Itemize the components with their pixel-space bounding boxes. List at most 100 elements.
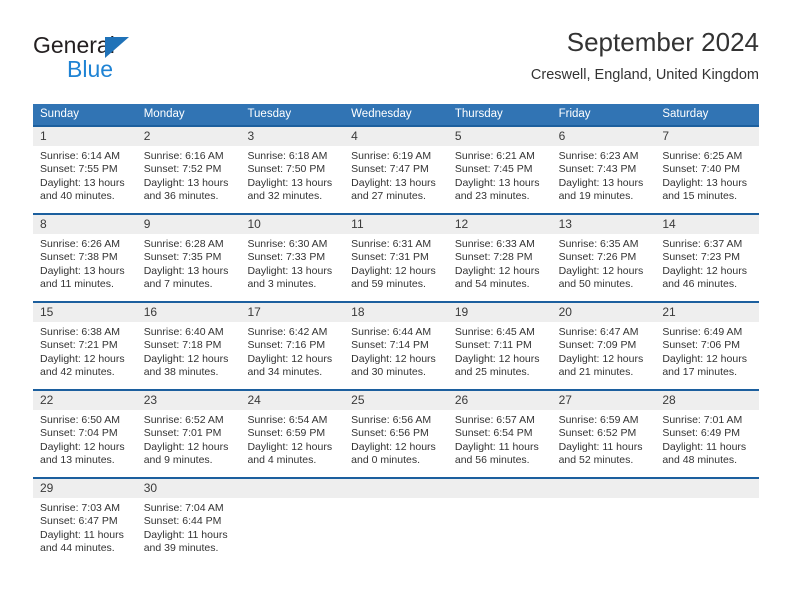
weekday-header-thursday: Thursday — [454, 108, 503, 120]
day-cell[interactable]: 27 Sunrise: 6:59 AM Sunset: 6:52 PM Dayligh… — [551, 391, 656, 477]
day-cell[interactable]: 12 Sunrise: 6:33 AM Sunset: 7:28 PM Dayligh… — [447, 215, 552, 301]
day-details: Sunrise: 6:28 AM Sunset: 7:35 PM Daylight:… — [137, 234, 241, 292]
day-cell[interactable]: 17 Sunrise: 6:42 AM Sunset: 7:16 PM Dayligh… — [240, 303, 345, 389]
day-cell[interactable]: 28 Sunrise: 7:01 AM Sunset: 6:49 PM Dayligh… — [655, 391, 760, 477]
daylight-duration-line2: and 59 minutes. — [351, 278, 426, 291]
sunrise-time: Sunrise: 6:57 AM — [454, 414, 535, 426]
weekday-header-row: Sunday Monday Tuesday Wednesday Thursday… — [33, 104, 759, 125]
daylight-duration-line2: and 19 minutes. — [558, 190, 634, 203]
day-details: Sunrise: 6:14 AM Sunset: 7:55 PM Daylight:… — [33, 146, 137, 204]
day-cell[interactable]: 8 Sunrise: 6:26 AM Sunset: 7:38 PM Daylight… — [33, 215, 137, 301]
day-cell[interactable]: 14 Sunrise: 6:37 AM Sunset: 7:23 PM Dayligh… — [655, 215, 760, 301]
daylight-duration-line1: Daylight: 11 hours — [558, 440, 643, 453]
day-details: Sunrise: 6:44 AM Sunset: 7:14 PM Daylight:… — [344, 322, 448, 380]
daylight-duration-line2: and 56 minutes. — [454, 454, 530, 467]
day-cell[interactable]: 29 Sunrise: 7:03 AM Sunset: 6:47 PM Dayligh… — [33, 479, 137, 563]
daylight-duration-line2: and 9 minutes. — [143, 454, 213, 467]
day-cell[interactable]: 13 Sunrise: 6:35 AM Sunset: 7:26 PM Dayligh… — [551, 215, 656, 301]
day-cell-empty — [551, 479, 656, 563]
sunset-time: Sunset: 7:47 PM — [351, 163, 429, 176]
daylight-duration-line1: Daylight: 13 hours — [351, 176, 436, 189]
sunrise-time: Sunrise: 6:54 AM — [247, 414, 328, 426]
day-details: Sunrise: 7:01 AM Sunset: 6:49 PM Daylight:… — [655, 410, 759, 468]
day-number: 15 — [33, 303, 137, 322]
day-cell[interactable]: 15 Sunrise: 6:38 AM Sunset: 7:21 PM Dayligh… — [33, 303, 137, 389]
day-cell[interactable]: 1 Sunrise: 6:14 AM Sunset: 7:55 PM Daylight… — [33, 127, 137, 213]
daylight-duration-line2: and 3 minutes. — [247, 278, 317, 291]
sunrise-time: Sunrise: 6:26 AM — [40, 238, 120, 250]
day-number: 11 — [344, 215, 448, 234]
daylight-duration-line2: and 52 minutes. — [558, 454, 634, 467]
day-cell[interactable]: 16 Sunrise: 6:40 AM Sunset: 7:18 PM Dayligh… — [136, 303, 241, 389]
day-cell[interactable]: 10 Sunrise: 6:30 AM Sunset: 7:33 PM Dayligh… — [240, 215, 345, 301]
day-number: 6 — [551, 127, 656, 146]
day-number — [344, 479, 448, 498]
day-number: 17 — [240, 303, 345, 322]
weekday-header-sunday: Sunday — [40, 108, 80, 120]
triangle-icon — [105, 37, 129, 58]
sunrise-time: Sunrise: 6:16 AM — [143, 150, 224, 162]
sunrise-time: Sunrise: 6:44 AM — [351, 326, 432, 338]
sunrise-time: Sunrise: 6:47 AM — [558, 326, 639, 338]
sunset-time: Sunset: 7:43 PM — [558, 163, 637, 176]
sunrise-time: Sunrise: 7:04 AM — [143, 502, 224, 514]
day-cell[interactable]: 23 Sunrise: 6:52 AM Sunset: 7:01 PM Dayligh… — [136, 391, 241, 477]
day-details: Sunrise: 6:19 AM Sunset: 7:47 PM Daylight:… — [344, 146, 448, 204]
sunset-time: Sunset: 6:52 PM — [558, 427, 637, 440]
day-cell[interactable]: 5 Sunrise: 6:21 AM Sunset: 7:45 PM Daylight… — [447, 127, 552, 213]
day-cell[interactable]: 4 Sunrise: 6:19 AM Sunset: 7:47 PM Daylight… — [344, 127, 448, 213]
day-cell[interactable]: 6 Sunrise: 6:23 AM Sunset: 7:43 PM Daylight… — [551, 127, 656, 213]
sunrise-time: Sunrise: 6:59 AM — [558, 414, 639, 426]
sunrise-time: Sunrise: 6:38 AM — [40, 326, 120, 338]
day-cell-empty — [447, 479, 552, 563]
day-details: Sunrise: 6:45 AM Sunset: 7:11 PM Daylight:… — [448, 322, 552, 380]
day-cell[interactable]: 25 Sunrise: 6:56 AM Sunset: 6:56 PM Dayligh… — [344, 391, 448, 477]
day-number — [551, 479, 656, 498]
sunrise-time: Sunrise: 6:21 AM — [454, 150, 535, 162]
day-number: 19 — [447, 303, 552, 322]
day-details: Sunrise: 6:50 AM Sunset: 7:04 PM Daylight:… — [33, 410, 137, 468]
day-number: 10 — [240, 215, 345, 234]
day-cell[interactable]: 20 Sunrise: 6:47 AM Sunset: 7:09 PM Dayligh… — [551, 303, 656, 389]
sunset-time: Sunset: 7:23 PM — [662, 251, 740, 264]
daylight-duration-line2: and 0 minutes. — [351, 454, 421, 467]
day-cell[interactable]: 26 Sunrise: 6:57 AM Sunset: 6:54 PM Dayligh… — [447, 391, 552, 477]
day-cell[interactable]: 22 Sunrise: 6:50 AM Sunset: 7:04 PM Dayligh… — [33, 391, 137, 477]
daylight-duration-line2: and 15 minutes. — [662, 190, 738, 203]
daylight-duration-line1: Daylight: 11 hours — [454, 440, 539, 453]
sunrise-time: Sunrise: 6:42 AM — [247, 326, 328, 338]
daylight-duration-line1: Daylight: 12 hours — [351, 440, 436, 453]
sunrise-time: Sunrise: 6:31 AM — [351, 238, 432, 250]
daylight-duration-line1: Daylight: 13 hours — [40, 264, 125, 277]
day-cell[interactable]: 7 Sunrise: 6:25 AM Sunset: 7:40 PM Daylight… — [655, 127, 760, 213]
day-number: 30 — [136, 479, 241, 498]
sunrise-time: Sunrise: 6:40 AM — [143, 326, 224, 338]
day-cell[interactable]: 11 Sunrise: 6:31 AM Sunset: 7:31 PM Dayligh… — [344, 215, 448, 301]
day-cell[interactable]: 18 Sunrise: 6:44 AM Sunset: 7:14 PM Dayligh… — [344, 303, 448, 389]
day-details: Sunrise: 7:03 AM Sunset: 6:47 PM Daylight:… — [33, 498, 137, 556]
day-cell[interactable]: 9 Sunrise: 6:28 AM Sunset: 7:35 PM Daylight… — [136, 215, 241, 301]
daylight-duration-line1: Daylight: 13 hours — [143, 176, 229, 189]
daylight-duration-line1: Daylight: 12 hours — [662, 264, 747, 277]
sunset-time: Sunset: 6:47 PM — [40, 515, 118, 528]
day-number: 18 — [344, 303, 448, 322]
day-details: Sunrise: 6:21 AM Sunset: 7:45 PM Daylight:… — [448, 146, 552, 204]
sunrise-time: Sunrise: 6:35 AM — [558, 238, 639, 250]
day-details: Sunrise: 6:35 AM Sunset: 7:26 PM Daylight:… — [552, 234, 656, 292]
day-details: Sunrise: 6:57 AM Sunset: 6:54 PM Daylight:… — [448, 410, 552, 468]
sunset-time: Sunset: 6:44 PM — [143, 515, 222, 528]
day-details: Sunrise: 6:38 AM Sunset: 7:21 PM Daylight:… — [33, 322, 137, 380]
day-cell[interactable]: 24 Sunrise: 6:54 AM Sunset: 6:59 PM Dayligh… — [240, 391, 345, 477]
sunrise-time: Sunrise: 6:45 AM — [454, 326, 535, 338]
day-cell-empty — [240, 479, 345, 563]
day-cell[interactable]: 21 Sunrise: 6:49 AM Sunset: 7:06 PM Dayligh… — [655, 303, 760, 389]
day-cell[interactable]: 2 Sunrise: 6:16 AM Sunset: 7:52 PM Daylight… — [136, 127, 241, 213]
day-cell[interactable]: 19 Sunrise: 6:45 AM Sunset: 7:11 PM Dayligh… — [447, 303, 552, 389]
logo-text-blue: Blue — [67, 56, 114, 82]
day-cell[interactable]: 3 Sunrise: 6:18 AM Sunset: 7:50 PM Daylight… — [240, 127, 345, 213]
daylight-duration-line2: and 36 minutes. — [143, 190, 219, 203]
sunset-time: Sunset: 7:11 PM — [454, 339, 532, 352]
day-details: Sunrise: 6:49 AM Sunset: 7:06 PM Daylight:… — [655, 322, 759, 380]
day-details: Sunrise: 6:18 AM Sunset: 7:50 PM Daylight:… — [240, 146, 344, 204]
day-cell[interactable]: 30 Sunrise: 7:04 AM Sunset: 6:44 PM Dayligh… — [136, 479, 241, 563]
